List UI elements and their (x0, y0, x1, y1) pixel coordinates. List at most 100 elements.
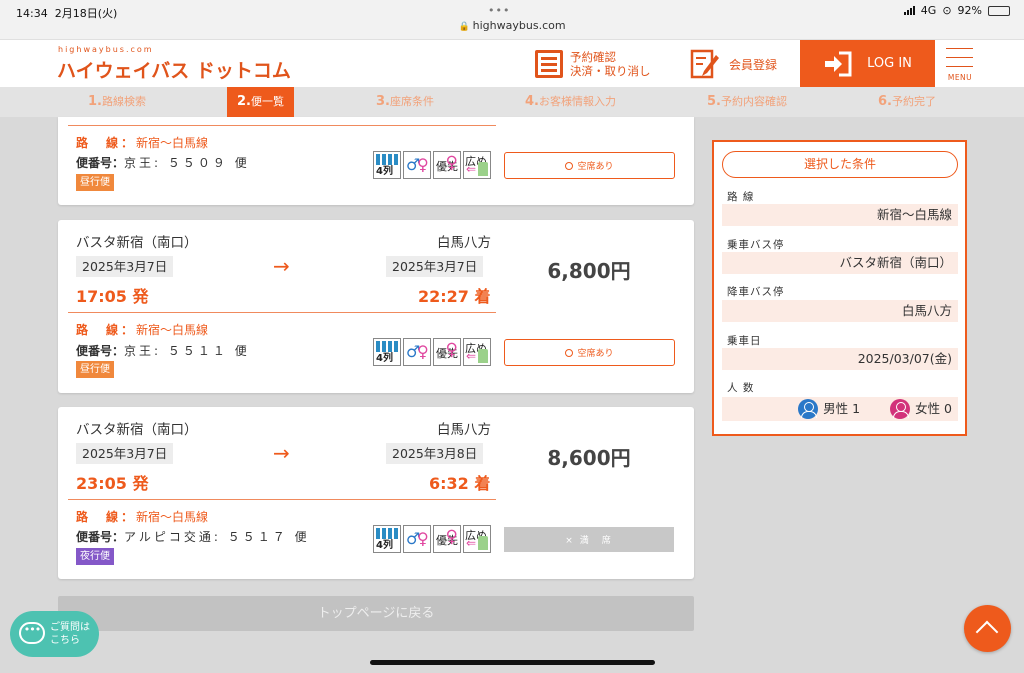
facility-icons: 4列 ♂ ♀ 優先 ♀ 広め ⇐ (373, 525, 491, 553)
login-icon (825, 51, 852, 76)
login-button[interactable]: LOG IN (800, 40, 935, 87)
menu-label: MENU (947, 73, 973, 82)
step-seat-conditions: 3.座席条件 (376, 94, 434, 109)
step-confirm: 5.予約内容確認 (707, 94, 787, 109)
fare-price: 6,800円 (547, 259, 631, 283)
wide-seat-icon: 広め ⇐ (463, 338, 491, 366)
route-label: 路 線 (727, 191, 755, 203)
service-type-badge: 昼行便 (76, 174, 114, 191)
scroll-to-top-button[interactable] (964, 605, 1011, 652)
departure-time: 23:05 発 (76, 474, 149, 493)
arrow-right-icon: → (273, 441, 290, 465)
progress-steps: 1.路線検索 2.便一覧 3.座席条件 4.お客様情報入力 5.予約内容確認 6… (0, 87, 1024, 124)
women-priority-icon: 優先 ♀ (433, 338, 461, 366)
list-icon (535, 50, 563, 78)
boarding-stop-value: バスタ新宿（南口） (722, 252, 958, 274)
women-priority-icon: 優先 ♀ (433, 525, 461, 553)
bus-card: バスタ新宿（南口） 白馬八方 2025年3月7日 → 2025年3月7日 6,8… (58, 220, 694, 393)
chat-line1: ご質問は (50, 622, 90, 633)
reservation-check-link[interactable]: 予約確認 決済・取り消し (535, 50, 651, 78)
four-row-seat-icon: 4列 (373, 151, 401, 179)
logo-url: highwaybus.com (58, 45, 154, 54)
chat-bubble-icon: ••• (19, 622, 45, 644)
member-register-link[interactable]: 会員登録 (689, 48, 777, 80)
service-type-badge: 夜行便 (76, 548, 114, 565)
bus-card: 路 線：新宿〜白馬線 便番号：京王: ５５０９ 便 昼行便 4列 ♂ ♀ 優先 ♀ … (58, 117, 694, 205)
boarding-stop-label: 乗車バス停 (727, 239, 785, 251)
site-header: highwaybus.com ハイウェイバス ドットコム 予約確認 決済・取り消… (0, 40, 1024, 87)
step-customer-info: 4.お客様情報入力 (525, 94, 616, 109)
four-row-seat-icon: 4列 (373, 525, 401, 553)
departure-stop: バスタ新宿（南口） (76, 422, 198, 438)
reserve-line1: 予約確認 (570, 50, 616, 64)
site-logo[interactable]: ハイウェイバス ドットコム (57, 56, 291, 83)
arrival-stop: 白馬八方 (437, 235, 491, 251)
member-register-label: 会員登録 (729, 57, 778, 72)
departure-time: 17:05 発 (76, 287, 149, 306)
arrival-date: 2025年3月7日 (386, 256, 484, 277)
network-type: 4G (920, 4, 937, 17)
battery-icon (988, 5, 1010, 16)
step-complete: 6.予約完了 (878, 94, 936, 109)
boarding-date-value: 2025/03/07(金) (722, 348, 958, 370)
departure-stop: バスタ新宿（南口） (76, 235, 198, 251)
route-row: 路 線：新宿〜白馬線 (76, 510, 209, 524)
chat-line2: こちら (50, 635, 80, 646)
route-value: 新宿〜白馬線 (722, 204, 958, 226)
female-count: 女性 0 (915, 401, 952, 416)
seat-available-button[interactable]: 空席あり (504, 152, 675, 179)
signal-icon (903, 6, 915, 15)
alighting-stop-value: 白馬八方 (722, 300, 958, 322)
step-bus-list: 2.便一覧 (227, 87, 294, 124)
departure-date: 2025年3月7日 (76, 256, 174, 277)
bus-number-row: 便番号：アルピコ交通: ５５１７ 便 (76, 530, 310, 544)
menu-button[interactable]: MENU (938, 40, 982, 87)
more-dots-icon[interactable]: ••• (488, 4, 510, 17)
url-text: highwaybus.com (472, 19, 566, 32)
departure-date: 2025年3月7日 (76, 443, 174, 464)
reserve-line2: 決済・取り消し (570, 64, 651, 78)
male-person-icon (798, 399, 819, 419)
login-label: LOG IN (867, 56, 912, 71)
bus-number-row: 便番号：京王: ５５０９ 便 (76, 156, 250, 170)
circle-icon (565, 161, 574, 170)
selected-conditions-panel: 選択した条件 路 線 新宿〜白馬線 乗車バス停 バスタ新宿（南口） 降車バス停 … (712, 140, 967, 436)
bus-number-row: 便番号：京王: ５５１１ 便 (76, 344, 250, 358)
passengers-label: 人 数 (727, 382, 755, 394)
lock-icon: 🔒 (458, 22, 470, 32)
panel-title: 選択した条件 (722, 151, 958, 178)
wide-seat-icon: 広め ⇐ (463, 151, 491, 179)
facility-icons: 4列 ♂ ♀ 優先 ♀ 広め ⇐ (373, 338, 491, 366)
alighting-stop-label: 降車バス停 (727, 286, 785, 298)
chat-support-button[interactable]: ••• ご質問はこちら (10, 611, 99, 657)
status-right: 4G ⊙ 92% (903, 4, 1010, 17)
edit-icon (690, 49, 719, 79)
female-person-icon (890, 399, 911, 419)
arrival-date: 2025年3月8日 (386, 443, 484, 464)
women-priority-icon: 優先 ♀ (433, 151, 461, 179)
orientation-lock-icon: ⊙ (942, 4, 952, 17)
route-row: 路 線：新宿〜白馬線 (76, 136, 209, 150)
male-female-icon: ♂ ♀ (403, 151, 431, 179)
arrival-stop: 白馬八方 (437, 422, 491, 438)
seat-available-button[interactable]: 空席あり (504, 339, 675, 366)
route-row: 路 線：新宿〜白馬線 (76, 323, 209, 337)
home-indicator[interactable] (370, 660, 655, 665)
step-route-search: 1.路線検索 (88, 94, 146, 109)
male-female-icon: ♂ ♀ (403, 525, 431, 553)
battery-percent: 92% (957, 4, 982, 17)
four-row-seat-icon: 4列 (373, 338, 401, 366)
passengers-value: 男性 1 女性 0 (722, 397, 958, 421)
service-type-badge: 昼行便 (76, 361, 114, 378)
circle-icon (565, 348, 574, 357)
url-bar[interactable]: 🔒 highwaybus.com (0, 19, 1024, 32)
boarding-date-label: 乗車日 (727, 335, 762, 347)
wide-seat-icon: 広め ⇐ (463, 525, 491, 553)
arrival-time: 22:27 着 (418, 287, 491, 306)
male-count: 男性 1 (823, 401, 861, 416)
sold-out-button: × 満 席 (504, 527, 674, 552)
back-to-top-page-button[interactable]: トップページに戻る (58, 596, 694, 631)
status-bar: 14:34 2月18日(火) ••• 🔒 highwaybus.com 4G ⊙ … (0, 0, 1024, 40)
bus-card: バスタ新宿（南口） 白馬八方 2025年3月7日 → 2025年3月8日 8,6… (58, 407, 694, 579)
arrival-time: 6:32 着 (429, 474, 491, 493)
